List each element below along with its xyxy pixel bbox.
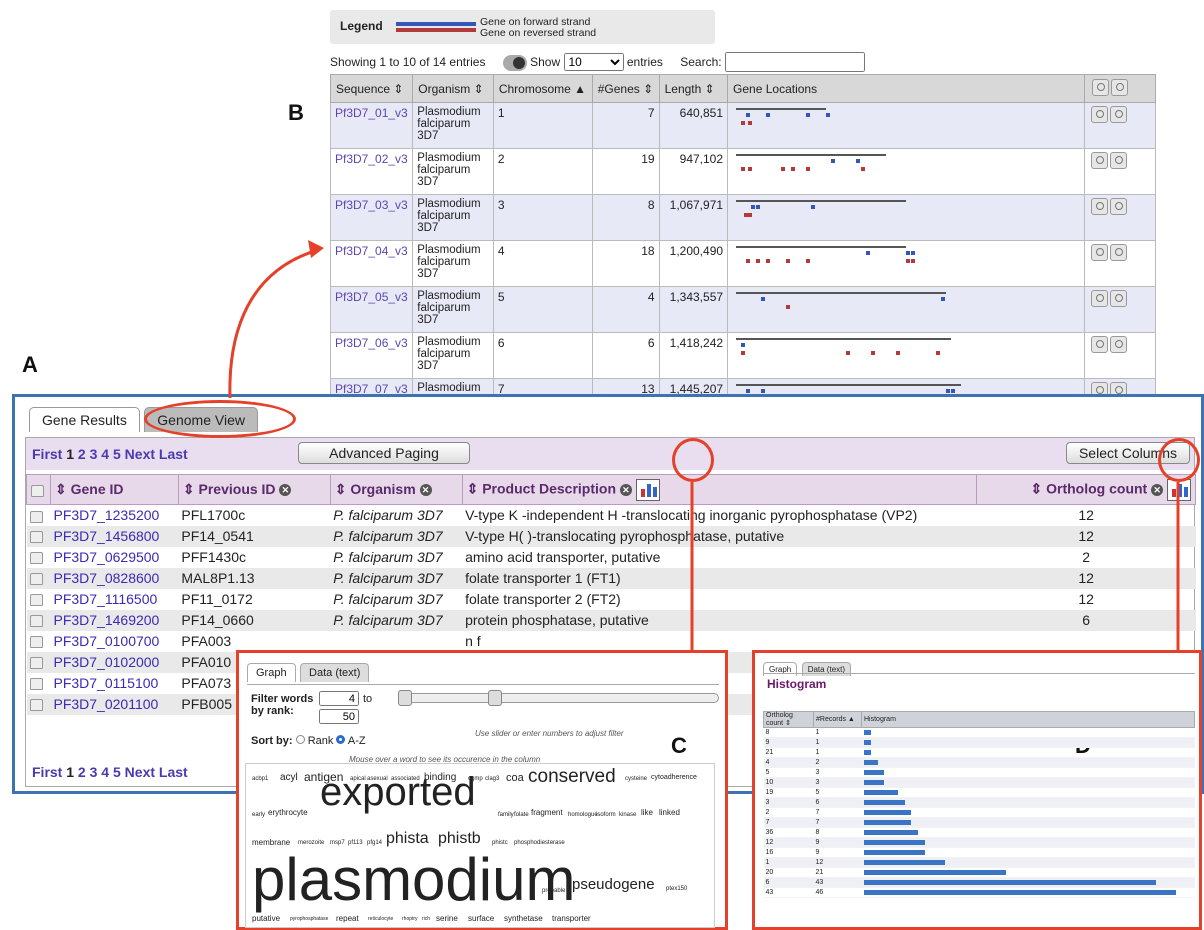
annotation-arrows <box>228 240 1180 652</box>
